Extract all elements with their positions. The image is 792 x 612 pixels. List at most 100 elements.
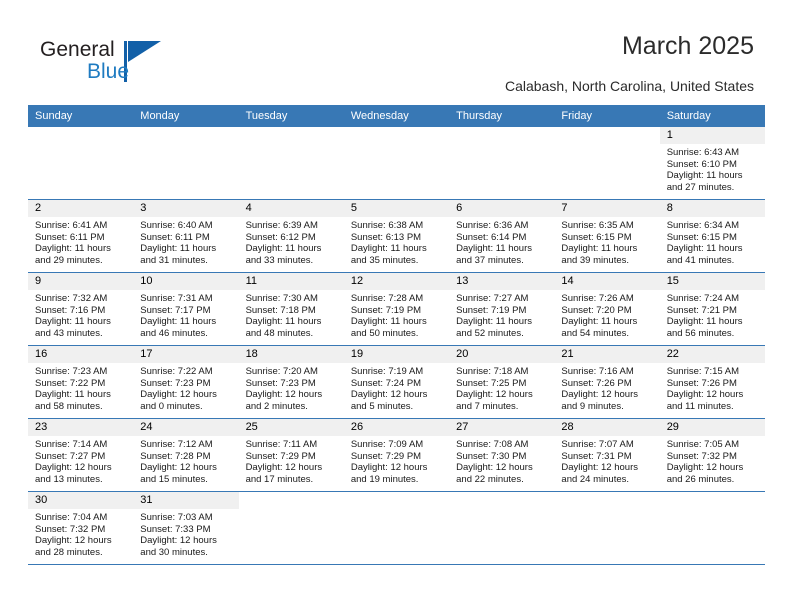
sunset-time: Sunset: 7:29 PM <box>245 450 316 462</box>
sunrise-time: Sunrise: 7:24 AM <box>666 293 740 304</box>
daylight-duration-line1: Daylight: 11 hours <box>666 316 743 328</box>
sunrise-time: Sunrise: 7:08 AM <box>456 439 529 450</box>
sunset-time: Sunset: 7:19 PM <box>456 304 527 316</box>
daylight-duration-line2: and 48 minutes. <box>245 327 314 339</box>
column-header-saturday: Saturday <box>659 105 765 127</box>
day-number: 10 <box>133 273 239 290</box>
daylight-duration-line1: Daylight: 11 hours <box>561 316 638 328</box>
calendar-day-cell[interactable]: 12 Sunrise: 7:28 AM Sunset: 7:19 PM Dayligh… <box>343 272 450 346</box>
day-number: 2 <box>28 200 134 217</box>
calendar-day-cell[interactable]: 22 Sunrise: 7:15 AM Sunset: 7:26 PM Dayligh… <box>659 345 765 419</box>
sunset-time: Sunset: 7:22 PM <box>35 377 106 389</box>
day-number: 31 <box>133 492 239 509</box>
day-details: Sunrise: 7:03 AM Sunset: 7:33 PM Daylight:… <box>133 509 238 558</box>
calendar-week-row: 30 Sunrise: 7:04 AM Sunset: 7:32 PM Dayligh… <box>28 491 765 565</box>
calendar-day-cell[interactable]: 14 Sunrise: 7:26 AM Sunset: 7:20 PM Dayligh… <box>554 272 660 346</box>
daylight-duration-line2: and 22 minutes. <box>456 473 524 485</box>
daylight-duration-line2: and 35 minutes. <box>350 254 419 266</box>
calendar-day-cell[interactable]: 4 Sunrise: 6:39 AM Sunset: 6:12 PM Daylight… <box>238 199 344 273</box>
day-number-band <box>659 492 765 509</box>
day-details: Sunrise: 6:35 AM Sunset: 6:15 PM Daylight:… <box>554 217 659 266</box>
calendar-day-cell[interactable]: 29 Sunrise: 7:05 AM Sunset: 7:32 PM Dayligh… <box>659 418 765 492</box>
logo-text-blue: Blue <box>87 60 130 83</box>
sunrise-time: Sunrise: 7:09 AM <box>350 439 424 450</box>
daylight-duration-line1: Daylight: 11 hours <box>140 243 217 255</box>
calendar-day-cell[interactable]: 8 Sunrise: 6:34 AM Sunset: 6:15 PM Daylight… <box>659 199 765 273</box>
calendar-day-cell[interactable]: 20 Sunrise: 7:18 AM Sunset: 7:25 PM Dayligh… <box>449 345 555 419</box>
sunrise-time: Sunrise: 7:18 AM <box>456 366 529 377</box>
calendar-cell-empty <box>343 127 450 200</box>
sunrise-sunset-calendar: Sunday Monday Tuesday Wednesday Thursday… <box>28 105 765 565</box>
daylight-duration-line1: Daylight: 11 hours <box>456 316 532 328</box>
day-number: 6 <box>449 200 555 217</box>
calendar-cell-empty <box>449 127 555 200</box>
calendar-day-cell[interactable]: 2 Sunrise: 6:41 AM Sunset: 6:11 PM Daylight… <box>28 199 134 273</box>
calendar-day-cell[interactable]: 25 Sunrise: 7:11 AM Sunset: 7:29 PM Dayligh… <box>238 418 344 492</box>
day-number: 20 <box>449 346 555 363</box>
calendar-day-cell[interactable]: 3 Sunrise: 6:40 AM Sunset: 6:11 PM Daylight… <box>133 199 239 273</box>
daylight-duration-line1: Daylight: 12 hours <box>35 535 112 547</box>
calendar-day-cell[interactable]: 26 Sunrise: 7:09 AM Sunset: 7:29 PM Dayligh… <box>343 418 450 492</box>
day-number: 26 <box>343 419 450 436</box>
calendar-day-cell[interactable]: 28 Sunrise: 7:07 AM Sunset: 7:31 PM Dayligh… <box>554 418 660 492</box>
calendar-day-cell[interactable]: 9 Sunrise: 7:32 AM Sunset: 7:16 PM Daylight… <box>28 272 134 346</box>
day-details: Sunrise: 7:09 AM Sunset: 7:29 PM Daylight:… <box>344 436 449 485</box>
day-number-band <box>238 127 344 144</box>
daylight-duration-line2: and 30 minutes. <box>140 546 208 558</box>
column-header-friday: Friday <box>554 105 660 127</box>
sunrise-time: Sunrise: 6:41 AM <box>35 220 108 231</box>
daylight-duration-line2: and 15 minutes. <box>140 473 208 485</box>
daylight-duration-line1: Daylight: 11 hours <box>666 243 743 255</box>
sunset-time: Sunset: 7:23 PM <box>245 377 316 389</box>
calendar-day-cell[interactable]: 21 Sunrise: 7:16 AM Sunset: 7:26 PM Dayligh… <box>554 345 660 419</box>
calendar-day-cell[interactable]: 5 Sunrise: 6:38 AM Sunset: 6:13 PM Daylight… <box>343 199 450 273</box>
calendar-day-cell[interactable]: 31 Sunrise: 7:03 AM Sunset: 7:33 PM Dayligh… <box>133 491 239 565</box>
sunrise-time: Sunrise: 6:34 AM <box>666 220 740 231</box>
daylight-duration-line2: and 2 minutes. <box>245 400 308 412</box>
calendar-cell-empty <box>238 491 344 565</box>
sunset-time: Sunset: 7:21 PM <box>666 304 737 316</box>
calendar-day-cell[interactable]: 13 Sunrise: 7:27 AM Sunset: 7:19 PM Dayligh… <box>449 272 555 346</box>
calendar-day-cell[interactable]: 15 Sunrise: 7:24 AM Sunset: 7:21 PM Dayligh… <box>659 272 765 346</box>
sunset-time: Sunset: 7:26 PM <box>666 377 737 389</box>
calendar-day-cell[interactable]: 6 Sunrise: 6:36 AM Sunset: 6:14 PM Daylight… <box>449 199 555 273</box>
day-number-band <box>449 492 555 509</box>
day-number-band <box>238 492 344 509</box>
day-details: Sunrise: 6:43 AM Sunset: 6:10 PM Daylight:… <box>660 144 765 193</box>
daylight-duration-line1: Daylight: 12 hours <box>245 389 323 401</box>
day-number: 4 <box>238 200 344 217</box>
calendar-day-cell[interactable]: 24 Sunrise: 7:12 AM Sunset: 7:28 PM Dayligh… <box>133 418 239 492</box>
daylight-duration-line2: and 9 minutes. <box>561 400 624 412</box>
calendar-day-cell[interactable]: 16 Sunrise: 7:23 AM Sunset: 7:22 PM Dayligh… <box>28 345 134 419</box>
calendar-day-cell[interactable]: 7 Sunrise: 6:35 AM Sunset: 6:15 PM Daylight… <box>554 199 660 273</box>
calendar-day-cell[interactable]: 27 Sunrise: 7:08 AM Sunset: 7:30 PM Dayligh… <box>449 418 555 492</box>
sunrise-time: Sunrise: 7:05 AM <box>666 439 740 450</box>
calendar-day-cell[interactable]: 23 Sunrise: 7:14 AM Sunset: 7:27 PM Dayligh… <box>28 418 134 492</box>
day-details: Sunrise: 7:15 AM Sunset: 7:26 PM Daylight:… <box>660 363 765 412</box>
calendar-cell-empty <box>554 127 660 200</box>
day-details: Sunrise: 7:14 AM Sunset: 7:27 PM Daylight:… <box>28 436 133 485</box>
sunrise-time: Sunrise: 7:07 AM <box>561 439 634 450</box>
daylight-duration-line2: and 54 minutes. <box>561 327 630 339</box>
calendar-day-cell[interactable]: 11 Sunrise: 7:30 AM Sunset: 7:18 PM Dayligh… <box>238 272 344 346</box>
general-blue-logo[interactable]: General Blue <box>40 38 200 90</box>
calendar-day-cell[interactable]: 17 Sunrise: 7:22 AM Sunset: 7:23 PM Dayligh… <box>133 345 239 419</box>
day-number-band <box>449 127 555 144</box>
day-number: 8 <box>659 200 765 217</box>
calendar-day-cell[interactable]: 19 Sunrise: 7:19 AM Sunset: 7:24 PM Dayligh… <box>343 345 450 419</box>
calendar-week-row: 9 Sunrise: 7:32 AM Sunset: 7:16 PM Daylight… <box>28 272 765 346</box>
daylight-duration-line1: Daylight: 11 hours <box>456 243 532 255</box>
calendar-day-cell[interactable]: 10 Sunrise: 7:31 AM Sunset: 7:17 PM Dayligh… <box>133 272 239 346</box>
sunrise-time: Sunrise: 7:30 AM <box>245 293 318 304</box>
day-details: Sunrise: 7:18 AM Sunset: 7:25 PM Daylight:… <box>449 363 554 412</box>
sunrise-time: Sunrise: 7:32 AM <box>35 293 108 304</box>
day-details: Sunrise: 7:04 AM Sunset: 7:32 PM Daylight:… <box>28 509 133 558</box>
calendar-day-cell[interactable]: 1 Sunrise: 6:43 AM Sunset: 6:10 PM Daylight… <box>659 127 765 200</box>
calendar-day-cell[interactable]: 18 Sunrise: 7:20 AM Sunset: 7:23 PM Dayligh… <box>238 345 344 419</box>
sunset-time: Sunset: 7:31 PM <box>561 450 632 462</box>
calendar-day-cell[interactable]: 30 Sunrise: 7:04 AM Sunset: 7:32 PM Dayligh… <box>28 491 134 565</box>
daylight-duration-line2: and 39 minutes. <box>561 254 630 266</box>
day-details: Sunrise: 7:28 AM Sunset: 7:19 PM Daylight:… <box>344 290 449 339</box>
daylight-duration-line1: Daylight: 12 hours <box>140 389 217 401</box>
day-number: 21 <box>554 346 660 363</box>
